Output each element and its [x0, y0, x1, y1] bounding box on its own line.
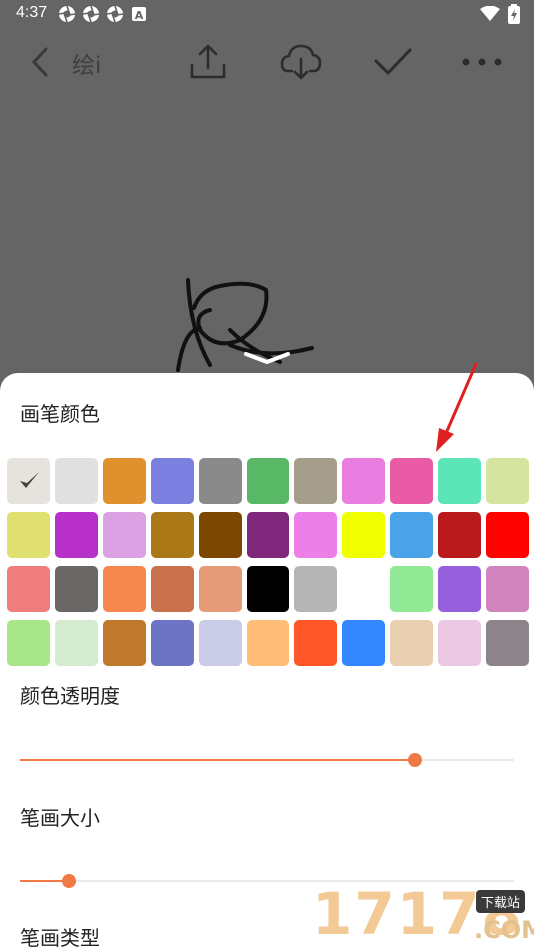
color-palette — [7, 458, 529, 674]
color-swatch[interactable] — [390, 458, 434, 504]
color-swatch[interactable] — [54, 620, 98, 666]
color-swatch[interactable] — [438, 566, 482, 612]
color-swatch[interactable] — [438, 512, 482, 558]
color-swatch[interactable] — [7, 458, 50, 504]
notification-icons: A — [58, 5, 148, 23]
more-button[interactable] — [458, 40, 506, 84]
watermark-tag: 下载站 — [476, 890, 526, 913]
color-swatch[interactable] — [54, 458, 98, 504]
battery-charging-icon — [508, 4, 520, 24]
palette-row — [7, 512, 529, 558]
palette-row — [7, 458, 529, 504]
top-toolbar: 绘i — [0, 28, 534, 96]
color-swatch[interactable] — [150, 458, 194, 504]
stroke-size-title: 笔画大小 — [20, 806, 100, 830]
color-swatch[interactable] — [486, 512, 529, 558]
svg-text:A: A — [135, 9, 144, 22]
color-swatch[interactable] — [438, 458, 482, 504]
color-swatch[interactable] — [246, 458, 290, 504]
color-swatch[interactable] — [102, 458, 146, 504]
color-swatch[interactable] — [390, 512, 434, 558]
status-right-icons — [480, 4, 520, 24]
color-swatch[interactable] — [486, 566, 529, 612]
a-badge-icon: A — [132, 7, 146, 22]
color-swatch[interactable] — [390, 620, 434, 666]
color-swatch[interactable] — [342, 458, 386, 504]
red-arrow-annotation — [436, 362, 478, 452]
cloud-download-button[interactable] — [278, 40, 324, 84]
brush-color-title: 画笔颜色 — [20, 402, 100, 426]
color-swatch[interactable] — [342, 566, 386, 612]
palette-row — [7, 620, 529, 666]
color-swatch[interactable] — [7, 620, 50, 666]
color-swatch[interactable] — [198, 512, 242, 558]
color-swatch[interactable] — [54, 512, 98, 558]
chevron-left-icon — [31, 47, 48, 77]
aperture-icon — [58, 5, 76, 23]
color-swatch[interactable] — [294, 566, 338, 612]
selected-check-icon — [20, 472, 39, 488]
slider-thumb[interactable] — [408, 753, 422, 767]
color-swatch[interactable] — [486, 620, 529, 666]
color-swatch[interactable] — [294, 458, 338, 504]
color-swatch[interactable] — [246, 512, 290, 558]
aperture-icon — [106, 5, 124, 23]
color-swatch[interactable] — [102, 566, 146, 612]
wifi-icon — [480, 6, 500, 21]
color-swatch[interactable] — [246, 620, 290, 666]
confirm-button[interactable] — [372, 40, 414, 84]
color-swatch[interactable] — [294, 620, 338, 666]
palette-row — [7, 566, 529, 612]
color-swatch[interactable] — [7, 512, 50, 558]
color-swatch[interactable] — [102, 512, 146, 558]
more-horizontal-icon — [462, 58, 502, 66]
color-swatch[interactable] — [486, 458, 529, 504]
color-swatch[interactable] — [102, 620, 146, 666]
share-button[interactable] — [186, 40, 230, 84]
color-swatch[interactable] — [198, 458, 242, 504]
color-swatch[interactable] — [150, 620, 194, 666]
sheet-collapse-handle[interactable] — [242, 350, 292, 366]
color-swatch[interactable] — [246, 566, 290, 612]
color-swatch[interactable] — [294, 512, 338, 558]
back-button[interactable] — [22, 42, 58, 82]
cloud-download-icon — [280, 44, 322, 80]
color-swatch[interactable] — [438, 620, 482, 666]
status-bar: 4:37 A — [0, 0, 534, 28]
color-swatch[interactable] — [54, 566, 98, 612]
watermark-suffix: .COM — [474, 916, 534, 944]
opacity-slider[interactable] — [20, 750, 514, 770]
opacity-title: 颜色透明度 — [20, 684, 120, 708]
check-icon — [374, 48, 412, 75]
color-swatch[interactable] — [390, 566, 434, 612]
drawing-title[interactable]: 绘i — [72, 46, 101, 80]
slider-thumb[interactable] — [62, 874, 76, 888]
color-swatch[interactable] — [342, 620, 386, 666]
color-swatch[interactable] — [150, 566, 194, 612]
color-swatch[interactable] — [198, 620, 242, 666]
aperture-icon — [82, 5, 100, 23]
color-swatch[interactable] — [342, 512, 386, 558]
stroke-type-title: 笔画类型 — [20, 926, 100, 950]
slider-fill — [20, 759, 415, 761]
status-time: 4:37 — [16, 4, 48, 21]
site-watermark: 17178 下载站 .COM — [308, 880, 534, 950]
color-swatch[interactable] — [7, 566, 50, 612]
color-swatch[interactable] — [150, 512, 194, 558]
upload-icon — [190, 44, 226, 79]
color-swatch[interactable] — [198, 566, 242, 612]
